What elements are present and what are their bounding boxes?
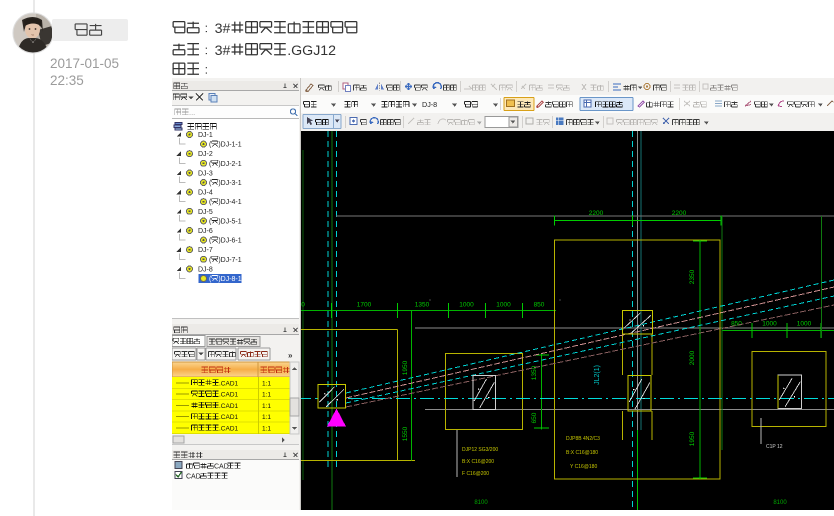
svg-text:1:1: 1:1 bbox=[262, 403, 271, 410]
svg-text:.CAD1: .CAD1 bbox=[219, 392, 239, 399]
svg-text:DJ-6: DJ-6 bbox=[198, 228, 213, 235]
svg-text:»: » bbox=[288, 351, 293, 360]
svg-text:.CAD1: .CAD1 bbox=[219, 403, 239, 410]
svg-text:.GGJ12: .GGJ12 bbox=[287, 43, 336, 59]
svg-text:1550: 1550 bbox=[402, 426, 409, 441]
svg-text:1:1: 1:1 bbox=[262, 426, 271, 433]
svg-text:2200: 2200 bbox=[672, 210, 687, 217]
svg-text:1950: 1950 bbox=[689, 431, 696, 446]
svg-text:2350: 2350 bbox=[689, 269, 696, 284]
svg-text:0: 0 bbox=[301, 302, 305, 309]
svg-text:DJ-3: DJ-3 bbox=[198, 170, 213, 177]
svg-text:1:1: 1:1 bbox=[262, 414, 271, 421]
svg-text:CAD: CAD bbox=[186, 474, 201, 481]
svg-text:1350: 1350 bbox=[415, 302, 430, 309]
svg-text:DJ-6-1: DJ-6-1 bbox=[221, 238, 242, 245]
svg-text:DJ-5: DJ-5 bbox=[198, 209, 213, 216]
svg-text:B:X C16@180: B:X C16@180 bbox=[566, 450, 598, 456]
svg-text:B:X C16@200: B:X C16@200 bbox=[462, 459, 494, 465]
svg-text:1700: 1700 bbox=[357, 302, 372, 309]
svg-text:...: ... bbox=[189, 108, 195, 117]
svg-text:DJ-5-1: DJ-5-1 bbox=[221, 218, 242, 225]
svg-text:DJP8B 4N2/C3: DJP8B 4N2/C3 bbox=[566, 436, 600, 442]
svg-text:DJ-2: DJ-2 bbox=[198, 151, 213, 158]
svg-text:C1P 12: C1P 12 bbox=[766, 444, 783, 450]
svg-text:CAD: CAD bbox=[214, 464, 229, 471]
svg-text:850: 850 bbox=[534, 302, 545, 309]
svg-text:2000: 2000 bbox=[689, 350, 696, 365]
svg-text:DJ-2-1: DJ-2-1 bbox=[221, 161, 242, 168]
svg-text:DJ-7-1: DJ-7-1 bbox=[221, 257, 242, 264]
svg-text:1000: 1000 bbox=[762, 321, 777, 328]
svg-text:DJ-1-1: DJ-1-1 bbox=[221, 142, 242, 149]
svg-text:1000: 1000 bbox=[797, 321, 812, 328]
svg-text:3#: 3# bbox=[215, 43, 231, 59]
svg-text:8100: 8100 bbox=[773, 500, 787, 506]
svg-text:.CAD1: .CAD1 bbox=[219, 414, 239, 421]
svg-text:1:1: 1:1 bbox=[262, 380, 271, 387]
svg-text:2200: 2200 bbox=[589, 210, 604, 217]
svg-text:DJ-7: DJ-7 bbox=[198, 247, 213, 254]
svg-text:DJ-3-1: DJ-3-1 bbox=[221, 180, 242, 187]
svg-text:1000: 1000 bbox=[459, 302, 474, 309]
svg-text:1:1: 1:1 bbox=[262, 392, 271, 399]
svg-text:F C16@200: F C16@200 bbox=[462, 471, 489, 477]
svg-text:3#: 3# bbox=[215, 21, 231, 37]
svg-text:Y C16@180: Y C16@180 bbox=[570, 464, 597, 470]
svg-text:DJ-8-1: DJ-8-1 bbox=[221, 276, 242, 283]
svg-text:650: 650 bbox=[531, 412, 538, 423]
svg-text:.CAD1: .CAD1 bbox=[219, 426, 239, 433]
svg-text:.CAD1: .CAD1 bbox=[219, 380, 239, 387]
svg-text:1000: 1000 bbox=[496, 302, 511, 309]
svg-text:DJP12 SG3/200: DJP12 SG3/200 bbox=[462, 447, 498, 453]
svg-text:8100: 8100 bbox=[474, 500, 488, 506]
svg-text:DJ-1: DJ-1 bbox=[198, 132, 213, 139]
svg-text:1950: 1950 bbox=[402, 360, 409, 375]
svg-text:DJ-8: DJ-8 bbox=[422, 100, 437, 109]
svg-text:DJ-4-1: DJ-4-1 bbox=[221, 199, 242, 206]
svg-text:JL2(1): JL2(1) bbox=[594, 365, 601, 385]
svg-text:DJ-8: DJ-8 bbox=[198, 266, 213, 273]
svg-text:DJ-4: DJ-4 bbox=[198, 190, 213, 197]
